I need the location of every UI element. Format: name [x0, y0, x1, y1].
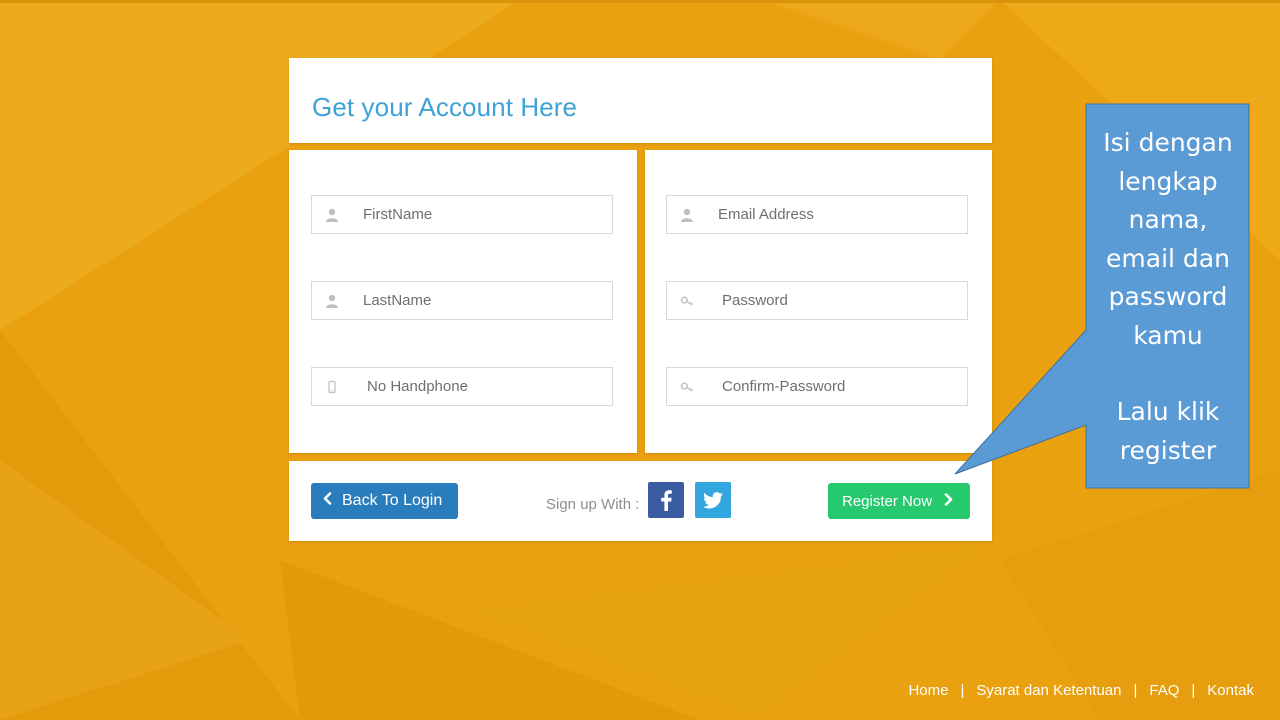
callout-line: Isi dengan — [1103, 128, 1233, 157]
personal-info-panel — [289, 150, 637, 453]
footer-link-faq[interactable]: FAQ — [1149, 682, 1179, 699]
footer-link-terms[interactable]: Syarat dan Ketentuan — [976, 682, 1121, 699]
back-to-login-label: Back To Login — [342, 492, 443, 509]
back-to-login-button[interactable]: Back To Login — [311, 483, 458, 519]
form-header: Get your Account Here — [289, 58, 992, 143]
email-input[interactable] — [718, 206, 958, 223]
register-now-button[interactable]: Register Now — [828, 483, 970, 519]
footer-link-contact[interactable]: Kontak — [1207, 682, 1254, 699]
email-field[interactable] — [666, 195, 968, 234]
confirm-password-field[interactable] — [666, 367, 968, 406]
phone-input[interactable] — [367, 378, 607, 395]
signup-with-label: Sign up With : — [546, 496, 640, 513]
password-field[interactable] — [666, 281, 968, 320]
mobile-phone-icon — [325, 380, 339, 394]
callout-line: password — [1108, 282, 1228, 311]
callout-text: Isi dengan lengkap nama, email dan passw… — [1086, 124, 1250, 470]
register-now-label: Register Now — [842, 492, 933, 510]
last-name-field[interactable] — [311, 281, 613, 320]
callout-line: Lalu klik — [1116, 397, 1220, 426]
footer-separator: | — [960, 682, 965, 699]
confirm-password-input[interactable] — [722, 378, 962, 395]
page-title: Get your Account Here — [312, 92, 578, 122]
footer-separator: | — [1191, 682, 1196, 699]
user-icon — [325, 294, 339, 308]
user-icon — [325, 208, 339, 222]
footer-separator: | — [1133, 682, 1138, 699]
phone-field[interactable] — [311, 367, 613, 406]
key-icon — [680, 380, 694, 394]
chevron-right-icon — [944, 492, 953, 510]
account-info-panel — [645, 150, 992, 453]
twitter-signup-button[interactable] — [695, 482, 731, 518]
top-border — [0, 0, 1280, 3]
facebook-signup-button[interactable] — [648, 482, 684, 518]
facebook-icon — [661, 490, 672, 511]
first-name-field[interactable] — [311, 195, 613, 234]
key-icon — [680, 294, 694, 308]
chevron-left-icon — [323, 492, 332, 510]
footer-link-home[interactable]: Home — [908, 682, 948, 699]
callout-line: email dan — [1106, 243, 1230, 273]
callout-line: register — [1119, 435, 1217, 465]
first-name-input[interactable] — [363, 206, 603, 223]
callout-line: kamu — [1133, 320, 1203, 350]
callout-line: nama, — [1128, 205, 1208, 234]
user-icon — [680, 208, 694, 222]
callout-line: lengkap — [1118, 166, 1218, 196]
form-actions: Back To Login Sign up With : Register No… — [289, 461, 992, 541]
password-input[interactable] — [722, 292, 962, 309]
footer-nav: Home | Syarat dan Ketentuan | FAQ | Kont… — [908, 682, 1254, 699]
last-name-input[interactable] — [363, 292, 603, 309]
twitter-icon — [703, 491, 723, 508]
